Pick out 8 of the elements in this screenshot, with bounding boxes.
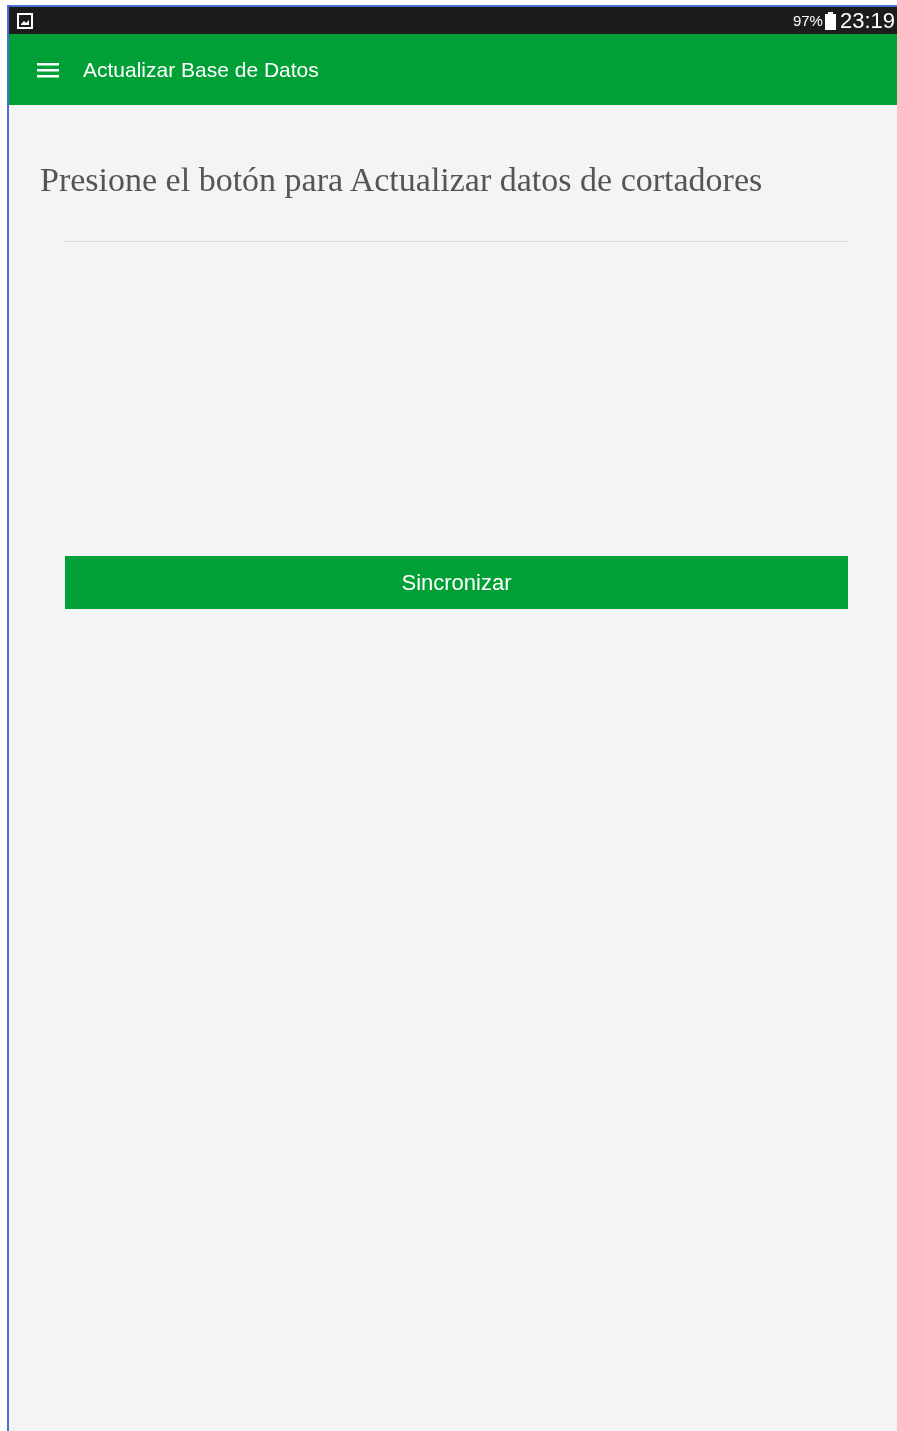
sync-button[interactable]: Sincronizar (65, 556, 848, 609)
image-icon (17, 12, 33, 29)
battery-percentage: 97% (792, 12, 823, 29)
app-bar-title: Actualizar Base de Datos (83, 57, 319, 82)
instruction-heading: Presione el botón para Actualizar datos de cortadores (40, 161, 764, 199)
menu-icon[interactable] (37, 61, 59, 78)
clock-time: 23:19 (839, 7, 895, 34)
battery-icon (824, 11, 836, 30)
